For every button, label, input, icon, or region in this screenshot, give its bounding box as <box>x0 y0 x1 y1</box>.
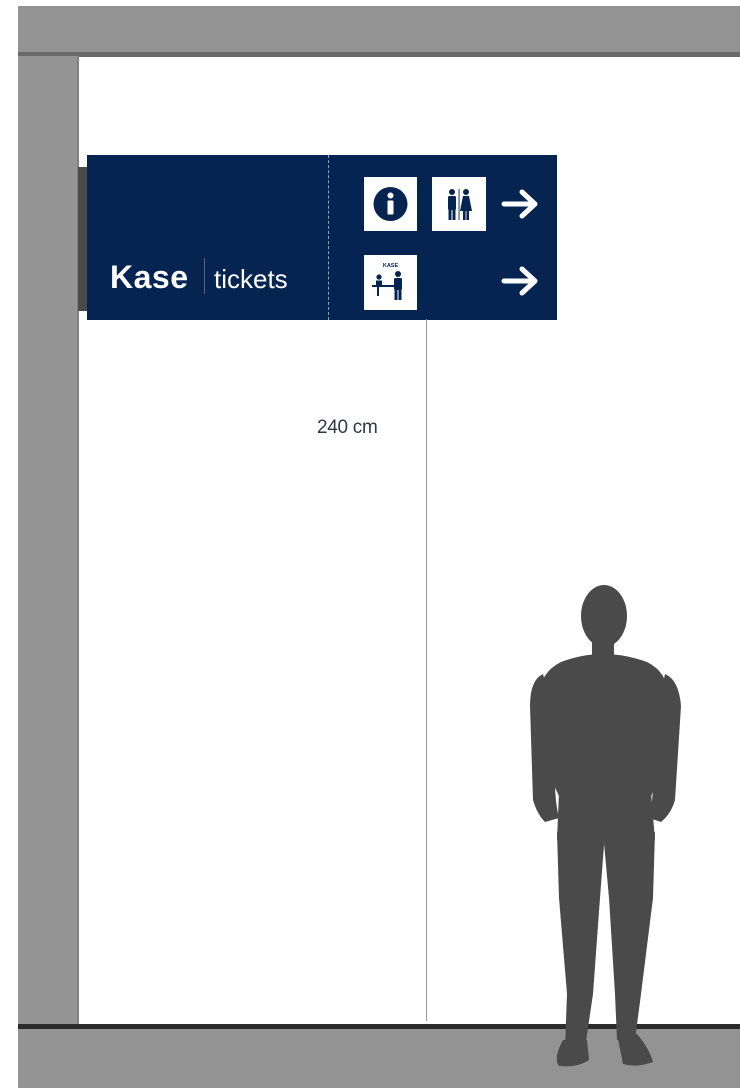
restroom-icon <box>432 177 486 231</box>
ticket-desk-caption: KASE <box>383 263 399 269</box>
ceiling-edge <box>18 52 740 57</box>
sign-secondary-label: tickets <box>214 264 288 294</box>
ceiling <box>18 6 740 54</box>
sign-divider <box>328 155 329 320</box>
ticket-desk-icon: KASE <box>364 255 417 310</box>
info-icon <box>364 177 417 231</box>
label-separator <box>204 258 205 294</box>
wall <box>18 56 78 1030</box>
sign-primary-label: Kase <box>110 259 189 295</box>
right-arrow-icon <box>501 186 541 227</box>
height-dimension-line <box>426 319 427 1021</box>
person-silhouette <box>525 582 690 1077</box>
right-arrow-icon <box>501 263 541 304</box>
height-dimension-label: 240 cm <box>317 417 378 438</box>
